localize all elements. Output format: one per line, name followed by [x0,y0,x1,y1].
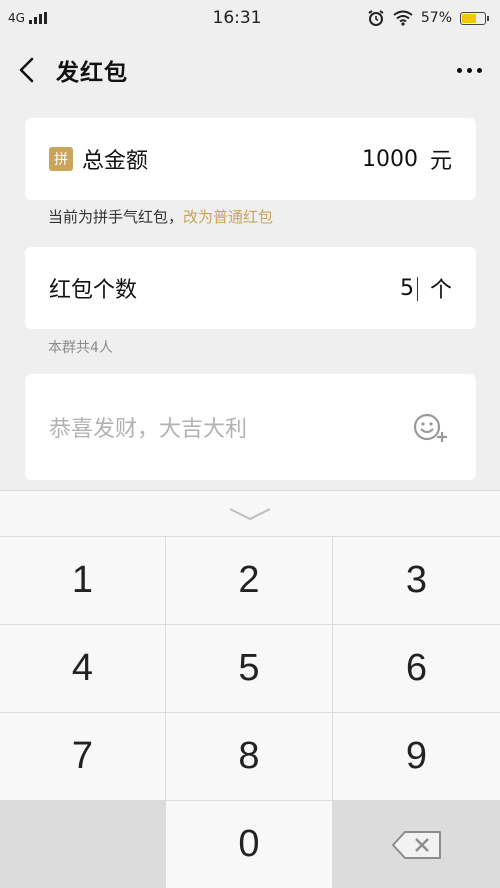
wifi-icon [393,10,413,26]
key-4[interactable]: 4 [0,625,166,713]
nav-bar: 发红包 [0,38,500,102]
status-time: 16:31 [212,8,262,28]
group-member-count: 本群共4人 [48,340,113,356]
message-card[interactable]: 恭喜发财，大吉大利 [25,374,476,480]
chevron-left-icon[interactable] [18,56,40,84]
key-9[interactable]: 9 [333,713,500,801]
keyboard-collapse-button[interactable] [0,491,500,537]
network-type: 4G [8,11,25,25]
key-0[interactable]: 0 [166,801,333,888]
more-dots-icon[interactable] [457,67,482,73]
packet-type-text: 当前为拼手气红包， [48,208,184,226]
chevron-down-icon [229,507,271,520]
alarm-icon [368,10,384,26]
key-6[interactable]: 6 [333,625,500,713]
key-7[interactable]: 7 [0,713,166,801]
battery-percent: 57% [420,10,452,26]
status-left: 4G [8,11,148,25]
switch-to-normal-link[interactable]: 改为普通红包 [183,208,273,226]
signal-icon [28,12,47,24]
key-5[interactable]: 5 [166,625,333,713]
text-cursor [416,276,418,301]
total-amount-input[interactable]: 1000 [362,147,418,172]
packet-count-value: 5 [399,275,414,301]
random-packet-badge: 拼 [49,147,73,171]
packet-type-hint: 当前为拼手气红包，改为普通红包 [48,206,273,227]
total-amount-card[interactable]: 拼 总金额 1000 元 [25,118,476,200]
status-right: 57% [326,9,489,27]
battery-fill [462,13,476,23]
key-grid: 1 2 3 4 5 6 7 8 9 0 [0,537,500,888]
packet-count-card[interactable]: 红包个数 5 个 [25,247,476,329]
key-blank [0,801,166,888]
key-3[interactable]: 3 [333,537,500,625]
emoji-add-icon[interactable] [412,410,452,444]
battery-icon [460,11,489,25]
key-8[interactable]: 8 [166,713,333,801]
packet-count-unit: 个 [429,278,452,303]
numeric-keypad: 1 2 3 4 5 6 7 8 9 0 [0,490,500,888]
packet-count-label: 红包个数 [49,278,138,303]
status-bar: 4G 16:31 57% [0,0,500,36]
backspace-icon [391,830,441,859]
delete-key[interactable] [333,801,500,888]
packet-count-input[interactable]: 5 [400,276,418,301]
page-title: 发红包 [56,60,128,86]
message-input[interactable]: 恭喜发财，大吉大利 [49,411,247,443]
total-amount-label: 总金额 [82,149,149,174]
total-amount-unit: 元 [429,149,452,174]
key-1[interactable]: 1 [0,537,166,625]
key-2[interactable]: 2 [166,537,333,625]
